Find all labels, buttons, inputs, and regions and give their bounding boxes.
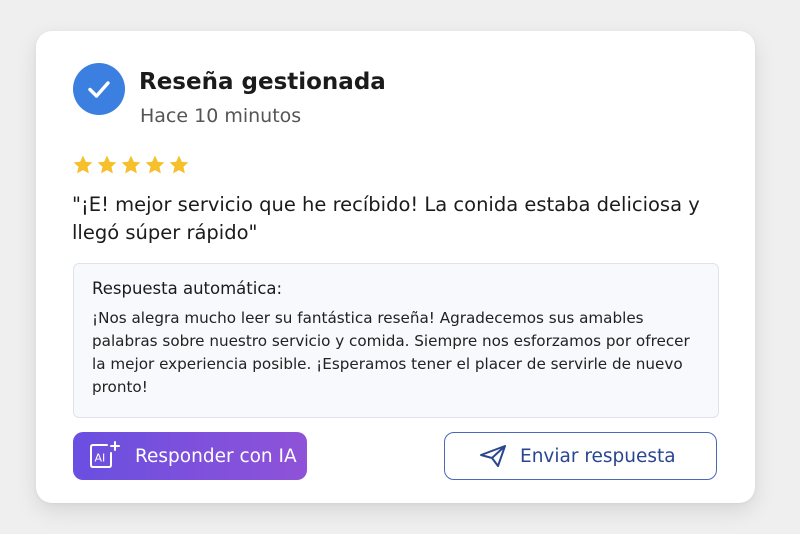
check-circle-icon xyxy=(73,63,125,115)
star-icon xyxy=(121,155,141,174)
review-text: "¡E! mejor servicio que he recíbido! La … xyxy=(72,193,700,244)
card-title: Reseña gestionada xyxy=(139,69,386,95)
star-icon xyxy=(169,155,189,174)
reply-with-ai-button[interactable]: AI Responder con IA xyxy=(73,432,307,480)
send-icon xyxy=(480,445,506,467)
svg-text:AI: AI xyxy=(95,452,106,465)
star-icon xyxy=(97,155,117,174)
auto-response-box: Respuesta automática: ¡Nos alegra mucho … xyxy=(73,263,719,418)
auto-response-text: ¡Nos alegra mucho leer su fantástica res… xyxy=(92,309,690,396)
auto-response-label: Respuesta automática: xyxy=(92,279,283,298)
star-icon xyxy=(73,155,93,174)
star-icon xyxy=(145,155,165,174)
send-reply-label: Enviar respuesta xyxy=(520,445,676,467)
star-rating xyxy=(72,154,190,176)
reply-with-ai-label: Responder con IA xyxy=(135,445,297,467)
ai-sparkle-icon: AI xyxy=(90,441,120,468)
timestamp: Hace 10 minutos xyxy=(140,105,302,127)
send-reply-button[interactable]: Enviar respuesta xyxy=(444,432,717,480)
review-card: Reseña gestionada Hace 10 minutos "¡E! m… xyxy=(36,31,755,503)
